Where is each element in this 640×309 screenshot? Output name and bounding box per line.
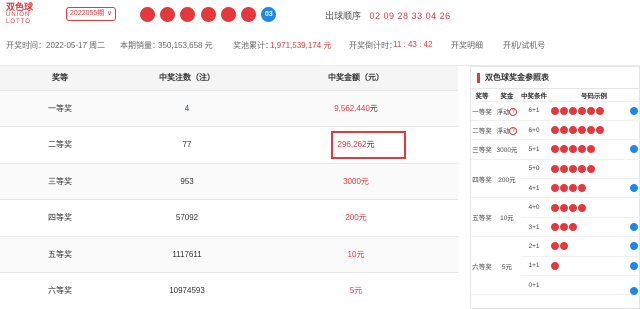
red-ball: 28 xyxy=(220,7,236,22)
draw-order: 出球顺序 02 09 28 33 04 26 xyxy=(325,11,451,21)
number-example xyxy=(547,159,640,180)
number-example xyxy=(547,256,640,277)
number-example xyxy=(547,275,640,296)
number-example xyxy=(547,197,640,218)
machine-number-link[interactable]: 开机/试机号 xyxy=(503,40,545,51)
table-row: 五等奖 1117611 10元 xyxy=(0,236,458,273)
draw-info-row: 开奖时间：2022-05-17 周二 本期销量： 350,153,658 元 奖… xyxy=(0,40,640,54)
blue-ball: 03 xyxy=(261,7,277,22)
sales-label: 本期销量： xyxy=(120,41,160,50)
rules-row: 二等奖 浮动? 6+0 xyxy=(471,120,640,141)
table-header-row: 奖等 中奖注数（注） 中奖金额（元） xyxy=(0,66,458,91)
number-example xyxy=(547,101,640,121)
red-ball: 04 xyxy=(160,7,176,22)
number-example xyxy=(547,139,640,160)
detail-link[interactable]: 开奖明细 xyxy=(451,40,483,51)
red-ball: 02 xyxy=(140,7,155,22)
open-time: 开奖时间：2022-05-17 周二 xyxy=(6,41,106,50)
countdown-label: 开奖倒计时： xyxy=(349,41,397,50)
help-icon[interactable]: ? xyxy=(509,127,518,136)
chevron-down-icon: ∨ xyxy=(106,10,112,17)
countdown-value: 11 : 43 : 42 xyxy=(393,40,433,49)
rules-row: 四等奖 200元 5+0 xyxy=(471,159,640,199)
red-ball: 33 xyxy=(241,7,257,22)
header: 双色球 UNION LOTTO 2022055期 ∨ 02 04 09 26 2… xyxy=(0,0,640,66)
table-row: 一等奖 4 9,562,440元 xyxy=(0,90,458,127)
number-example xyxy=(547,178,640,199)
number-example xyxy=(547,217,640,238)
pool-value: 1,971,539,174 元 xyxy=(270,41,332,50)
prize-reference-panel: 双色球奖金参照表 奖等 奖金 中奖条件 号码示例 一等奖 浮动? 6+1 二等奖… xyxy=(470,66,640,309)
rules-row: 五等奖 10元 4+0 xyxy=(471,197,640,238)
table-row: 六等奖 10974593 5元 xyxy=(0,272,458,309)
number-example xyxy=(547,236,640,257)
red-ball: 26 xyxy=(200,7,216,22)
prize-table: 奖等 中奖注数（注） 中奖金额（元） 一等奖 4 9,562,440元 二等奖 … xyxy=(0,66,458,309)
rules-header-row: 奖等 奖金 中奖条件 号码示例 xyxy=(471,89,640,102)
union-lotto-logo: 双色球 UNION LOTTO xyxy=(6,2,34,26)
rules-row: 一等奖 浮动? 6+1 xyxy=(471,101,640,121)
number-example xyxy=(547,120,640,141)
table-row: 四等奖 57092 200元 xyxy=(0,199,458,237)
sales-value: 350,153,658 元 xyxy=(158,41,213,50)
help-icon[interactable]: ? xyxy=(509,107,518,116)
rules-row: 六等奖 5元 2+1 xyxy=(471,236,640,296)
issue-select[interactable]: 2022055期 ∨ xyxy=(66,7,116,21)
highlight-annotation-box xyxy=(331,131,406,159)
prize-rules-table: 奖等 奖金 中奖条件 号码示例 一等奖 浮动? 6+1 二等奖 浮动? 6+0 … xyxy=(471,89,640,296)
rules-row: 三等奖 3000元 5+1 xyxy=(471,139,640,160)
winning-numbers: 02 04 09 26 28 33 03 xyxy=(140,7,279,22)
table-row: 三等奖 953 3000元 xyxy=(0,163,458,200)
panel-title: 双色球奖金参照表 xyxy=(471,67,639,89)
pool-label: 奖池累计： xyxy=(233,41,273,50)
red-ball: 09 xyxy=(180,7,196,22)
